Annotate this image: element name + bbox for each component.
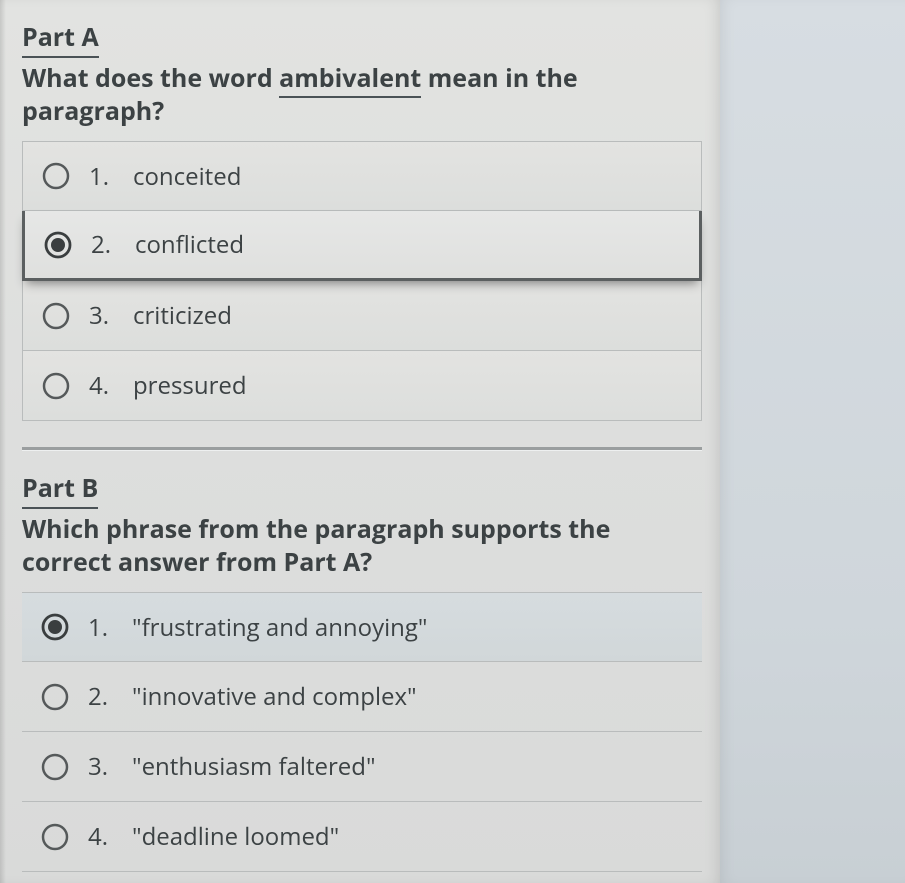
part-a-option-1[interactable]: 1. conceited: [22, 141, 702, 211]
part-a-question-pre: What does the word: [22, 61, 279, 95]
part-b-options: 1. "frustrating and annoying" 2. "innova…: [22, 592, 702, 872]
right-margin: [720, 0, 905, 883]
option-number: 3.: [88, 750, 114, 783]
option-text: "deadline loomed": [132, 820, 339, 853]
radio-selected-icon: [40, 612, 70, 642]
part-b-option-2[interactable]: 2. "innovative and complex": [22, 662, 702, 732]
radio-icon: [41, 161, 71, 191]
option-text: pressured: [133, 369, 247, 402]
option-text: conceited: [133, 160, 241, 193]
part-a-option-2[interactable]: 2. conflicted: [22, 211, 702, 281]
part-a-options: 1. conceited 2. conflicted 3. criti: [22, 141, 702, 421]
part-b-label: Part B: [22, 471, 98, 509]
part-a-option-4[interactable]: 4. pressured: [22, 351, 702, 421]
option-text: "innovative and complex": [132, 680, 417, 713]
part-b-section: Part B Which phrase from the paragraph s…: [22, 471, 702, 872]
radio-icon: [41, 371, 71, 401]
option-number: 1.: [89, 160, 115, 193]
radio-icon: [40, 822, 70, 852]
part-b-option-1[interactable]: 1. "frustrating and annoying": [22, 592, 702, 662]
part-b-option-4[interactable]: 4. "deadline loomed": [22, 802, 702, 872]
radio-icon: [40, 752, 70, 782]
part-b-option-3[interactable]: 3. "enthusiasm faltered": [22, 732, 702, 802]
option-text: conflicted: [135, 228, 244, 261]
part-a-option-3[interactable]: 3. criticized: [22, 281, 702, 351]
radio-icon: [40, 682, 70, 712]
quiz-page: Part A What does the word ambivalent mea…: [0, 0, 720, 883]
section-divider: [22, 447, 702, 451]
option-number: 2.: [88, 680, 114, 713]
part-b-question: Which phrase from the paragraph supports…: [22, 513, 702, 578]
part-a-question: What does the word ambivalent mean in th…: [22, 62, 702, 127]
part-a-section: Part A What does the word ambivalent mea…: [22, 20, 702, 421]
left-shadow: [0, 0, 6, 883]
option-number: 1.: [88, 611, 114, 644]
radio-icon: [41, 301, 71, 331]
part-a-question-underline: ambivalent: [279, 61, 421, 98]
option-number: 4.: [88, 820, 114, 853]
part-a-label: Part A: [22, 20, 99, 58]
option-number: 2.: [91, 228, 117, 261]
option-text: criticized: [133, 299, 232, 332]
option-text: "frustrating and annoying": [132, 611, 427, 644]
option-number: 3.: [89, 299, 115, 332]
option-text: "enthusiasm faltered": [132, 750, 376, 783]
radio-selected-icon: [43, 230, 73, 260]
option-number: 4.: [89, 369, 115, 402]
